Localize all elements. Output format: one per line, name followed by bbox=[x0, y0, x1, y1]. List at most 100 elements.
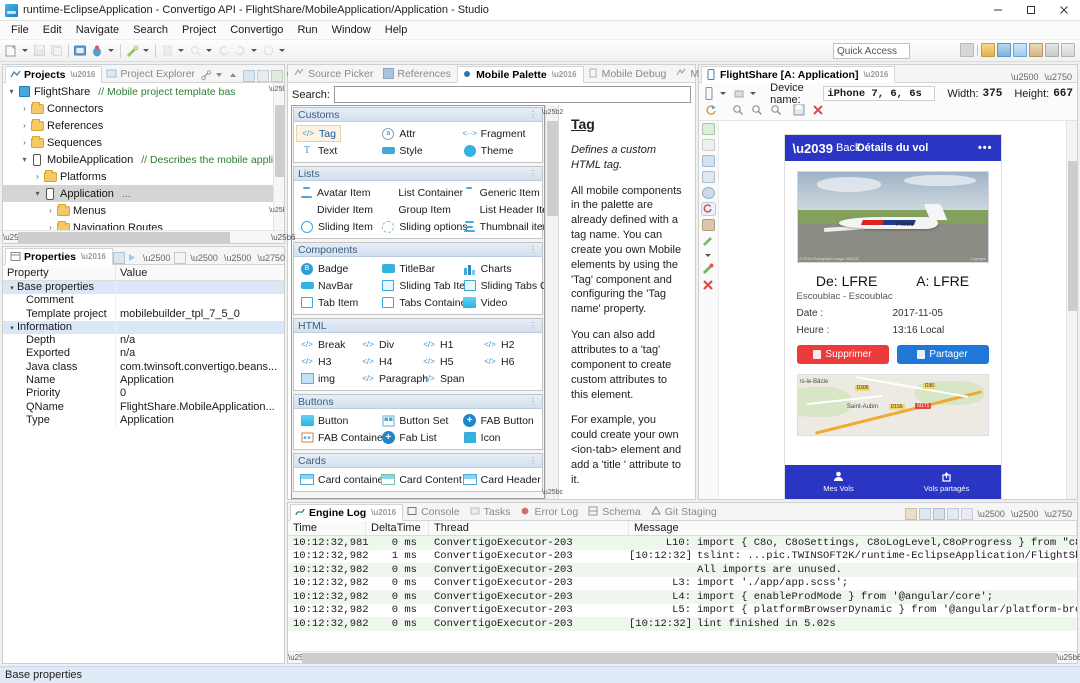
share-flight-button[interactable]: Partager bbox=[896, 345, 989, 364]
log-hscroll-right-icon[interactable]: \u25b6 bbox=[1057, 653, 1080, 662]
device-name-value[interactable]: iPhone 7, 6, 6s bbox=[823, 86, 936, 101]
perspective-debug-icon[interactable] bbox=[997, 43, 1011, 57]
debug-bug-icon[interactable] bbox=[89, 43, 105, 59]
property-row[interactable]: QName FlightShare.MobileApplication... bbox=[3, 400, 284, 414]
search-tool-icon[interactable] bbox=[187, 43, 203, 59]
property-value[interactable]: n/a bbox=[116, 334, 284, 347]
run-icon[interactable] bbox=[124, 43, 140, 59]
device-orientation-icon[interactable] bbox=[733, 86, 745, 102]
palette-item[interactable]: Tab Item bbox=[296, 294, 362, 311]
copy-icon[interactable] bbox=[243, 70, 256, 82]
stop-icon[interactable] bbox=[702, 279, 715, 291]
palette-item[interactable]: Avatar Item bbox=[296, 184, 375, 201]
log-minimize-icon[interactable]: \u2500 bbox=[1009, 509, 1041, 519]
tab-mobile-debug[interactable]: Mobile Debug bbox=[584, 65, 673, 82]
tree-twistie-icon[interactable]: › bbox=[19, 138, 30, 147]
palette-item[interactable]: Sliding Tabs Container bbox=[459, 277, 544, 294]
tree-row[interactable]: ▾ FlightShare // Mobile project template b… bbox=[3, 83, 284, 100]
flight-map[interactable]: rs-le-Bâcle Saint-Aubin D306 D36 D156 N1… bbox=[796, 374, 989, 436]
hscroll-right-icon[interactable]: \u25b6 bbox=[271, 233, 295, 242]
log-row[interactable]: 10:12:32,982 0 ms ConvertigoExecutor-203 L5… bbox=[288, 604, 1077, 618]
new-icon[interactable] bbox=[3, 43, 19, 59]
open-perspective-icon[interactable] bbox=[960, 43, 975, 57]
paste-icon[interactable] bbox=[257, 70, 270, 82]
run-device-icon[interactable] bbox=[702, 235, 715, 247]
log-export-icon[interactable] bbox=[947, 508, 960, 520]
phone-back-button[interactable]: \u2039 Back bbox=[793, 141, 861, 156]
log-clear-icon[interactable] bbox=[919, 508, 932, 520]
properties-pin-icon[interactable]: \u2016 bbox=[81, 252, 106, 261]
property-row[interactable]: Java class com.twinsoft.convertigo.beans.… bbox=[3, 360, 284, 375]
tree-twistie-icon[interactable]: ▾ bbox=[19, 155, 30, 164]
property-row[interactable]: Depth n/a bbox=[3, 334, 284, 348]
phone-tab-mes-vols[interactable]: Mes Vols bbox=[785, 465, 893, 499]
pin-icon[interactable]: \u2016 bbox=[70, 70, 95, 79]
link-editor-icon[interactable] bbox=[201, 70, 213, 82]
tree-row[interactable]: ▾ Application... bbox=[3, 185, 284, 202]
tree-row[interactable]: › Navigation Routes bbox=[3, 219, 284, 230]
menu-window[interactable]: Window bbox=[325, 23, 378, 37]
log-pin-toolbar-icon[interactable] bbox=[933, 508, 946, 520]
debug-dropdown-icon[interactable] bbox=[106, 43, 115, 59]
tab-engine-log[interactable]: Engine Log \u2016 bbox=[290, 504, 404, 521]
zoom-reset-icon[interactable] bbox=[770, 104, 783, 116]
delete-flight-button[interactable]: Supprimer bbox=[796, 345, 889, 364]
palette-item[interactable]: List Header Item bbox=[459, 201, 544, 218]
log-rows[interactable]: 10:12:32,981 0 ms ConvertigoExecutor-203 L1… bbox=[288, 536, 1077, 651]
tree-twistie-icon[interactable]: › bbox=[45, 206, 56, 215]
maximize-button[interactable] bbox=[1014, 0, 1047, 21]
filter-icon[interactable] bbox=[112, 252, 125, 264]
back-nav-icon[interactable] bbox=[215, 43, 231, 59]
property-twistie-icon[interactable]: ▾ bbox=[7, 282, 17, 294]
log-row[interactable]: 10:12:32,981 0 ms ConvertigoExecutor-203 L1… bbox=[288, 536, 1077, 550]
properties-restore-icon[interactable] bbox=[174, 252, 187, 264]
property-row[interactable]: Type Application bbox=[3, 413, 284, 428]
device-scroll-thumb[interactable] bbox=[1068, 161, 1077, 311]
perspective-resource-icon[interactable] bbox=[1045, 43, 1059, 57]
palette-item[interactable]: </> H4 bbox=[357, 353, 396, 370]
palette-item[interactable]: a Attr bbox=[377, 125, 419, 142]
run-dropdown-icon[interactable] bbox=[141, 43, 150, 59]
device-orientation-dropdown-icon[interactable] bbox=[750, 86, 757, 102]
properties-min2-icon[interactable]: \u2500 bbox=[222, 253, 254, 263]
log-row[interactable]: 10:12:32,982 0 ms ConvertigoExecutor-203 [1… bbox=[288, 617, 1077, 631]
properties-minimize-icon[interactable]: \u2500 bbox=[141, 253, 173, 263]
property-row[interactable]: Template project mobilebuilder_tpl_7_5_0 bbox=[3, 307, 284, 321]
properties-view-menu-icon[interactable]: \u2500 bbox=[188, 253, 220, 263]
log-hscroll-left-icon[interactable]: \u25c0 bbox=[288, 653, 312, 662]
device-minimize-icon[interactable]: \u2500 bbox=[1009, 72, 1041, 82]
palette-item[interactable]: </> H1 bbox=[418, 336, 457, 353]
palette-scroll-down-icon[interactable]: \u25bc bbox=[542, 485, 563, 499]
property-row[interactable]: Exported n/a bbox=[3, 347, 284, 361]
tab-tasks[interactable]: Tasks bbox=[466, 503, 517, 520]
palette-item[interactable]: Divider Item bbox=[296, 201, 377, 218]
palette-item[interactable]: Thumbnail item bbox=[459, 218, 544, 235]
property-value[interactable]: n/a bbox=[116, 347, 284, 360]
hscroll-left-icon[interactable]: \u25c0 bbox=[3, 233, 27, 242]
reload-icon[interactable] bbox=[705, 104, 718, 116]
history-icon[interactable] bbox=[260, 43, 276, 59]
palette-item[interactable]: Video bbox=[459, 294, 512, 311]
tree-vertical-scrollbar[interactable]: \u25b2 \u25bc bbox=[269, 83, 284, 230]
palette-group-header[interactable]: HTML ⋮ bbox=[294, 319, 542, 333]
properties-table[interactable]: Property Value ▾ Base properties Comment Te… bbox=[3, 265, 284, 663]
palette-groups-list[interactable]: Customs ⋮ </> Tag a Attr <··> Fragment T Text Styl… bbox=[291, 105, 545, 499]
tab-mobile-palette[interactable]: Mobile Palette \u2016 bbox=[457, 66, 584, 83]
tree-twistie-icon[interactable]: ▾ bbox=[6, 87, 17, 96]
scroll-up-icon[interactable]: \u25b2 bbox=[269, 83, 284, 96]
palette-item[interactable]: TitleBar bbox=[377, 260, 439, 277]
phone-tab-vols-partages[interactable]: Vols partagés bbox=[893, 465, 1001, 499]
property-row[interactable]: Name Application bbox=[3, 374, 284, 388]
phone-more-icon[interactable]: ••• bbox=[978, 142, 993, 154]
palette-item[interactable]: Style bbox=[377, 142, 426, 159]
history-dropdown-icon[interactable] bbox=[277, 43, 286, 59]
tree-horizontal-scrollbar[interactable]: \u25c0 \u25b6 bbox=[3, 230, 295, 243]
property-row[interactable]: Priority 0 bbox=[3, 387, 284, 401]
project-tree[interactable]: ▾ FlightShare // Mobile project template b… bbox=[3, 83, 284, 230]
refresh-icon[interactable] bbox=[271, 70, 284, 82]
device-maximize-icon[interactable]: \u2750 bbox=[1042, 72, 1074, 82]
tab-projects[interactable]: Projects \u2016 bbox=[5, 66, 103, 83]
perspective-convertigo-icon[interactable] bbox=[981, 43, 995, 57]
palette-group-menu-icon[interactable]: ⋮ bbox=[529, 245, 538, 254]
menu-edit[interactable]: Edit bbox=[36, 23, 69, 37]
